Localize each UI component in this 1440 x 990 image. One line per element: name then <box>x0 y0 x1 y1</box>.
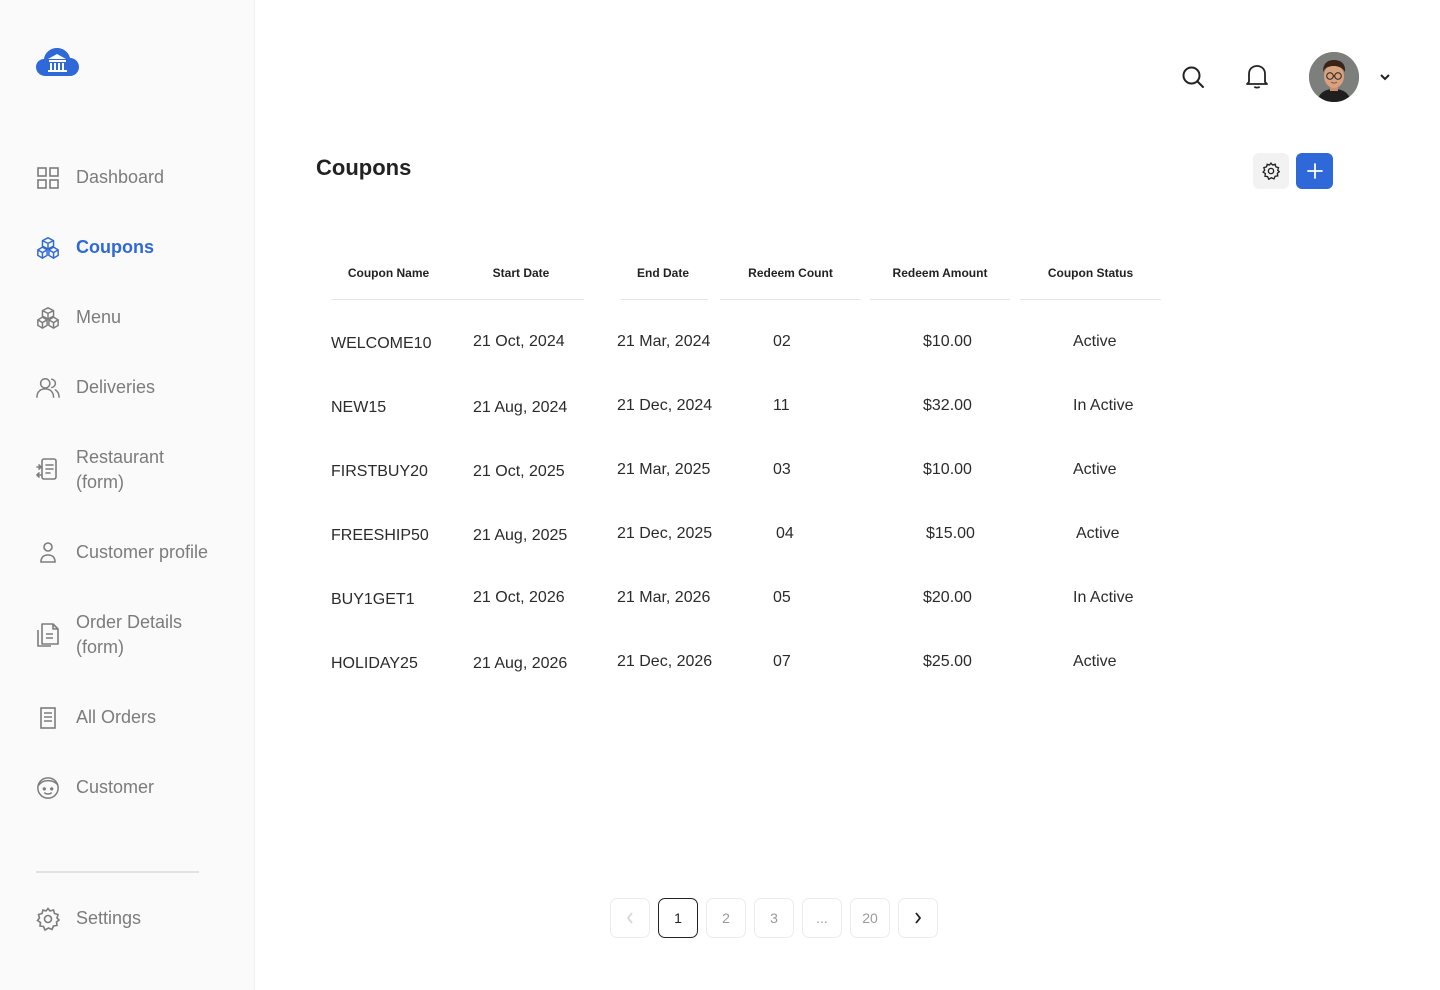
form-transfer-icon <box>36 458 60 482</box>
cell-coupon-status: Active <box>1073 333 1117 350</box>
face-icon <box>36 776 60 800</box>
cell-end-date: 21 Mar, 2026 <box>617 589 711 606</box>
users-icon <box>36 376 60 400</box>
cubes-icon <box>36 306 60 330</box>
cell-redeem-count: 03 <box>773 461 791 478</box>
page-button-2[interactable]: 2 <box>706 898 746 938</box>
cell-start-date: 21 Oct, 2024 <box>473 333 565 350</box>
cell-redeem-amount: $20.00 <box>923 589 972 606</box>
sidebar-item-restaurant-form[interactable]: Restaurant (form) <box>36 445 206 495</box>
cell-start-date: 21 Aug, 2026 <box>473 655 568 672</box>
cell-start-date: 21 Oct, 2026 <box>473 589 565 606</box>
cell-coupon-name: NEW15 <box>331 399 387 416</box>
chevron-down-icon[interactable] <box>1377 69 1393 85</box>
receipt-icon <box>36 706 60 730</box>
next-page-button[interactable] <box>898 898 938 938</box>
sidebar-item-order-details-form[interactable]: Order Details (form) <box>36 610 206 660</box>
cell-redeem-amount: $25.00 <box>923 653 972 670</box>
cell-coupon-name: FIRSTBUY20 <box>331 463 428 480</box>
cell-end-date: 21 Dec, 2024 <box>617 397 713 414</box>
header-divider <box>720 299 861 300</box>
page-ellipsis: ... <box>802 898 842 938</box>
cell-end-date: 21 Dec, 2025 <box>617 525 713 542</box>
sidebar-item-coupons[interactable]: Coupons <box>36 235 154 260</box>
sidebar-divider <box>36 871 199 873</box>
cell-coupon-status: In Active <box>1073 589 1134 606</box>
cell-redeem-amount: $10.00 <box>923 461 972 478</box>
sidebar-item-label: Deliveries <box>76 377 156 397</box>
sidebar-item-all-orders[interactable]: All Orders <box>36 705 156 730</box>
bell-icon[interactable] <box>1243 62 1271 90</box>
cell-coupon-name: FREESHIP50 <box>331 527 429 544</box>
page-button-20[interactable]: 20 <box>850 898 890 938</box>
column-header-redeem-amount[interactable]: Redeem Amount <box>870 266 1010 280</box>
column-header-start-date[interactable]: Start Date <box>463 266 579 280</box>
page-title: Coupons <box>316 155 412 180</box>
sidebar-item-deliveries[interactable]: Deliveries <box>36 375 155 400</box>
sidebar-item-settings[interactable]: Settings <box>36 906 141 931</box>
cell-coupon-name: BUY1GET1 <box>331 591 415 608</box>
cell-end-date: 21 Mar, 2025 <box>617 461 711 478</box>
cell-start-date: 21 Aug, 2024 <box>473 399 568 416</box>
cell-redeem-count: 02 <box>773 333 791 350</box>
header-divider <box>870 299 1010 300</box>
sidebar-item-label: Dashboard <box>76 167 165 187</box>
cell-redeem-count: 05 <box>773 589 791 606</box>
sidebar-item-label: Customer profile <box>76 542 209 562</box>
document-icon <box>36 623 60 647</box>
sidebar-item-label: Settings <box>76 908 142 928</box>
gear-icon <box>36 906 60 931</box>
cell-redeem-amount: $10.00 <box>923 333 972 350</box>
cell-end-date: 21 Mar, 2024 <box>617 333 711 350</box>
avatar[interactable] <box>1309 52 1359 102</box>
cell-coupon-status: Active <box>1073 653 1117 670</box>
header-divider <box>331 299 584 300</box>
header-divider <box>1020 299 1161 300</box>
cubes-icon <box>36 236 60 260</box>
sidebar: Dashboard Coupons Menu Deliveries Restau… <box>0 0 255 990</box>
grid-icon <box>36 166 60 190</box>
cell-coupon-status: Active <box>1073 461 1117 478</box>
sidebar-item-customer[interactable]: Customer <box>36 775 154 800</box>
plus-icon <box>1306 163 1323 179</box>
chevron-right-icon <box>914 912 922 924</box>
previous-page-button[interactable] <box>610 898 650 938</box>
column-header-coupon-name[interactable]: Coupon Name <box>331 266 446 280</box>
cell-redeem-amount: $32.00 <box>923 397 972 414</box>
sidebar-item-label: Coupons <box>76 237 154 257</box>
search-icon[interactable] <box>1179 63 1207 91</box>
bank-cloud-logo-icon[interactable] <box>36 46 80 78</box>
cell-coupon-name: WELCOME10 <box>331 335 432 352</box>
cell-redeem-count: 11 <box>773 397 790 414</box>
sidebar-item-label: Order Details (form) <box>76 612 183 657</box>
cell-redeem-count: 04 <box>776 525 794 542</box>
sidebar-item-label: Restaurant (form) <box>76 447 165 492</box>
sidebar-item-label: Customer <box>76 777 155 797</box>
cell-start-date: 21 Oct, 2025 <box>473 463 565 480</box>
sidebar-item-label: Menu <box>76 307 122 327</box>
cell-coupon-status: Active <box>1076 525 1120 542</box>
sidebar-item-dashboard[interactable]: Dashboard <box>36 165 164 190</box>
cell-redeem-count: 07 <box>773 653 791 670</box>
column-header-coupon-status[interactable]: Coupon Status <box>1020 266 1161 280</box>
cell-redeem-amount: $15.00 <box>926 525 975 542</box>
column-header-end-date[interactable]: End Date <box>617 266 709 280</box>
cell-coupon-status: In Active <box>1073 397 1134 414</box>
sidebar-item-label: All Orders <box>76 707 157 727</box>
header-divider <box>621 299 708 300</box>
gear-icon <box>1262 162 1280 180</box>
cell-coupon-name: HOLIDAY25 <box>331 655 418 672</box>
cell-start-date: 21 Aug, 2025 <box>473 527 568 544</box>
chevron-left-icon <box>626 912 634 924</box>
column-header-redeem-count[interactable]: Redeem Count <box>720 266 861 280</box>
person-icon <box>36 541 60 565</box>
add-coupon-button[interactable] <box>1296 153 1333 189</box>
sidebar-item-customer-profile[interactable]: Customer profile <box>36 540 208 565</box>
page-button-1[interactable]: 1 <box>658 898 698 938</box>
cell-end-date: 21 Dec, 2026 <box>617 653 713 670</box>
settings-button[interactable] <box>1253 153 1289 189</box>
sidebar-item-menu[interactable]: Menu <box>36 305 121 330</box>
page-button-3[interactable]: 3 <box>754 898 794 938</box>
